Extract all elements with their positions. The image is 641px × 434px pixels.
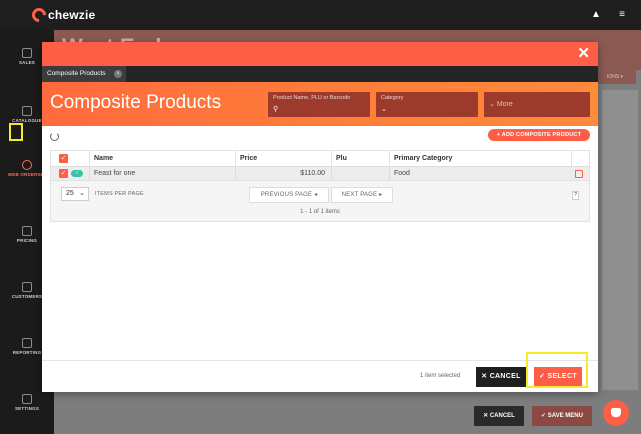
sidebar-item-label: REPORTING — [12, 350, 42, 355]
category-filter-label: Category — [381, 95, 404, 101]
table-row[interactable]: ✓ ✓ Feast for one $110.00 Food — [51, 167, 589, 181]
background-cancel-button[interactable]: ✕ CANCEL — [474, 406, 524, 426]
active-toggle-icon[interactable]: ✓ — [71, 170, 83, 177]
app-logo[interactable]: chewzie — [29, 5, 96, 25]
top-bar: chewzie ▲ ≡ — [0, 0, 641, 30]
app-name: chewzie — [48, 8, 96, 22]
pager: 25 ⌄ ITEMS PER PAGE PREVIOUS PAGE ◂ NEXT… — [51, 183, 589, 223]
items-per-page-value: 25 — [66, 190, 74, 197]
cell-name: Feast for one — [89, 167, 235, 181]
selected-count: 1 item selected — [420, 373, 461, 379]
chevron-down-icon: ⌄ — [381, 106, 387, 113]
composite-products-modal: ✕ Composite Products × Composite Product… — [42, 42, 598, 392]
tab-composite-products[interactable]: Composite Products × — [42, 66, 126, 82]
tab-label: Composite Products — [47, 70, 106, 77]
sidebar-item-settings[interactable]: SETTINGS — [0, 394, 54, 411]
search-filter[interactable]: Product Name, PLU or Barcode ⚲ — [268, 92, 370, 117]
highlight-checkbox-annotation — [9, 123, 23, 141]
search-filter-label: Product Name, PLU or Barcode — [273, 95, 351, 101]
cell-plu — [331, 167, 389, 181]
previous-page-button[interactable]: PREVIOUS PAGE ◂ — [249, 187, 329, 203]
products-table: ✓ Name Price Plu Primary Category ✓ ✓ Fe… — [50, 150, 590, 222]
catalogue-icon — [22, 106, 32, 116]
next-page-button[interactable]: NEXT PAGE ▸ — [331, 187, 393, 203]
column-header-actions — [571, 151, 589, 167]
chevron-down-icon: ⌄ — [79, 190, 85, 197]
modal-tab-bar: Composite Products × — [42, 66, 598, 82]
sidebar-item-label: SETTINGS — [14, 406, 40, 411]
sales-icon — [22, 48, 32, 58]
modal-header: ✕ — [42, 42, 598, 66]
more-filter-label: More — [496, 101, 513, 108]
select-all-checkbox[interactable]: ✓ — [59, 154, 68, 163]
web-ordering-icon — [22, 160, 32, 170]
cell-primary-category: Food — [389, 167, 571, 181]
modal-footer: 1 item selected ✕ CANCEL ✓ SELECT — [42, 360, 598, 392]
edit-icon[interactable] — [575, 170, 583, 178]
search-icon: ⚲ — [273, 106, 279, 113]
reporting-icon — [22, 338, 32, 348]
cell-price: $110.00 — [235, 167, 331, 181]
items-per-page-select[interactable]: 25 ⌄ — [61, 187, 89, 201]
sidebar-item-label: CUSTOMERS — [11, 294, 43, 299]
category-filter[interactable]: Category ⌄ — [376, 92, 478, 117]
row-checkbox[interactable]: ✓ — [59, 169, 68, 178]
settings-icon — [22, 394, 32, 404]
pager-settings-icon[interactable]: ? — [572, 191, 579, 200]
add-composite-product-button[interactable]: + ADD COMPOSITE PRODUCT — [488, 129, 590, 141]
menu-icon[interactable]: ≡ — [616, 9, 628, 21]
chevron-down-icon: ⌄ — [489, 101, 497, 108]
modal-toolbar: + ADD COMPOSITE PRODUCT — [42, 126, 598, 148]
column-header-primary-category[interactable]: Primary Category — [389, 151, 571, 167]
refresh-icon[interactable] — [50, 132, 59, 141]
sidebar-item-label: SALES — [18, 60, 35, 65]
chat-launcher-button[interactable] — [603, 400, 629, 426]
chat-icon — [611, 408, 621, 417]
column-header-name[interactable]: Name — [89, 151, 235, 167]
cancel-button[interactable]: ✕ CANCEL — [476, 367, 526, 387]
modal-banner: Composite Products Product Name, PLU or … — [42, 82, 598, 126]
tab-close-icon[interactable]: × — [114, 70, 122, 78]
background-options-tab[interactable]: IONS ▾ — [594, 70, 636, 84]
highlight-select-annotation — [526, 352, 588, 388]
sidebar-item-label: WEB ORDERING — [7, 172, 47, 177]
column-header-price[interactable]: Price — [235, 151, 331, 167]
items-per-page-label: ITEMS PER PAGE — [95, 191, 144, 197]
background-save-menu-button[interactable]: ✓ SAVE MENU — [532, 406, 592, 426]
sidebar-item-label: PRICING — [16, 238, 38, 243]
customers-icon — [22, 282, 32, 292]
background-panel — [602, 90, 638, 390]
column-header-plu[interactable]: Plu — [331, 151, 389, 167]
close-icon[interactable]: ✕ — [577, 45, 590, 63]
table-header: ✓ Name Price Plu Primary Category — [51, 151, 589, 167]
pricing-icon — [22, 226, 32, 236]
more-filter[interactable]: ⌄ More — [484, 92, 590, 117]
logo-mark-icon — [29, 5, 49, 25]
pager-info: 1 - 1 of 1 items — [300, 209, 340, 215]
modal-title: Composite Products — [50, 92, 222, 113]
bell-icon[interactable]: ▲ — [590, 9, 602, 21]
